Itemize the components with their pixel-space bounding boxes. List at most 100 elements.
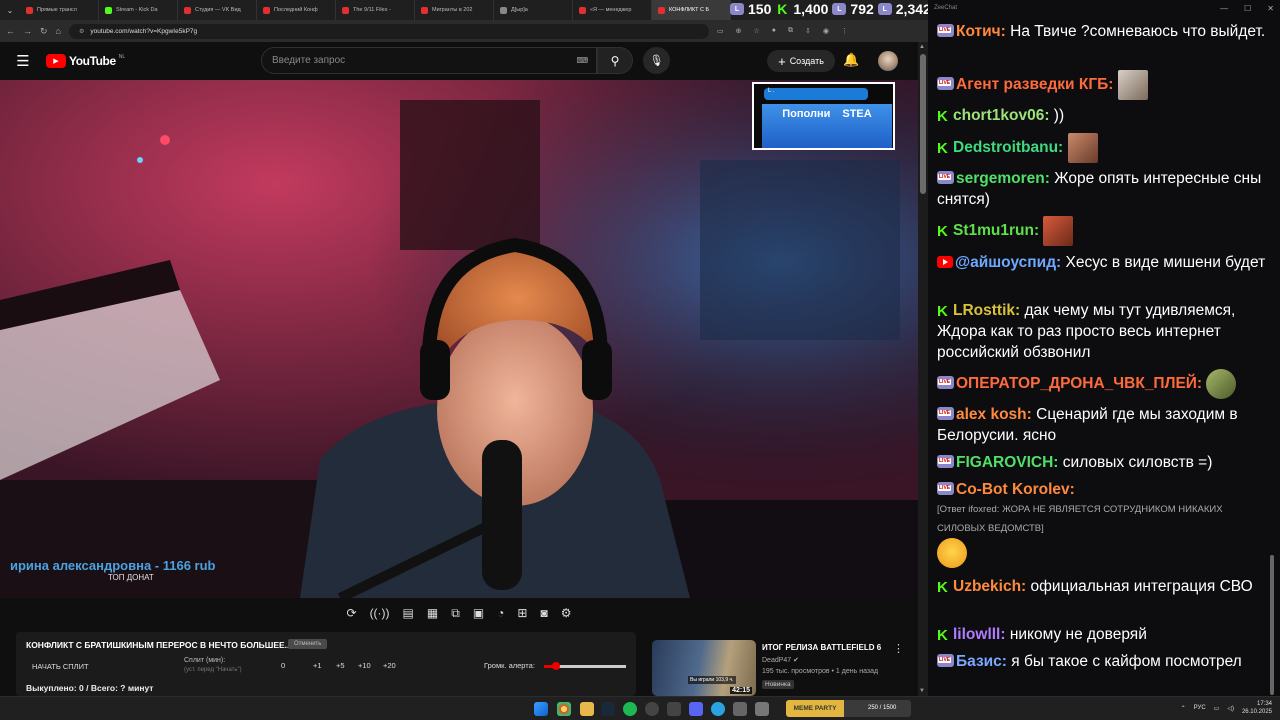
picture-in-picture-icon[interactable]: ⧉: [451, 606, 460, 621]
screenshot-icon[interactable]: ◙: [540, 606, 547, 620]
film-icon[interactable]: ▦: [427, 606, 438, 620]
chat-scrollbar[interactable]: [1270, 555, 1274, 695]
split-step-button[interactable]: +10: [358, 661, 371, 670]
start-split-button[interactable]: НАЧАТЬ СПЛИТ: [32, 662, 89, 671]
language-indicator[interactable]: РУС: [1194, 705, 1206, 711]
top-donat-label: ТОП ДОНАТ: [108, 573, 154, 582]
site-info-icon[interactable]: ⚙: [79, 28, 84, 35]
recommended-title[interactable]: ИТОГ РЕЛИЗА BATTLEFIELD 6: [762, 643, 881, 652]
extension-icon[interactable]: ●: [772, 27, 776, 35]
cancel-button[interactable]: Отменить: [288, 639, 328, 649]
volume-icon[interactable]: ◁): [1227, 705, 1234, 712]
kick-badge-icon: K: [937, 140, 948, 158]
steam-icon[interactable]: [601, 702, 615, 716]
tray-chevron-icon[interactable]: ⌃: [1181, 705, 1186, 712]
split-step-button[interactable]: +20: [383, 661, 396, 670]
audio-icon[interactable]: ((·)): [370, 606, 390, 620]
create-button[interactable]: + Создать: [767, 50, 835, 72]
minimize-icon[interactable]: —: [1220, 4, 1228, 13]
recommended-thumbnail[interactable]: Вы играли 103,9 ч. 42:15: [652, 640, 756, 696]
cast-icon[interactable]: ▭: [717, 27, 724, 35]
app-icon[interactable]: [667, 702, 681, 716]
create-label: Создать: [789, 56, 824, 66]
clock[interactable]: 17:34 26.10.2025: [1242, 700, 1272, 716]
zoom-icon[interactable]: ⊕: [736, 27, 742, 35]
emote-icon: [1206, 369, 1237, 399]
kick-badge-icon: K: [937, 627, 948, 644]
alert-volume-slider[interactable]: [544, 662, 626, 670]
browser-tab[interactable]: Д[ыр]а: [494, 0, 573, 20]
discord-icon[interactable]: [689, 702, 703, 716]
app-icon[interactable]: [755, 702, 769, 716]
close-icon[interactable]: ✕: [1267, 4, 1274, 13]
meme-party-logo: МЕМЕ PARTY: [786, 700, 844, 717]
youtube-logo[interactable]: ▶ YouTube NL: [46, 54, 125, 68]
speed-icon[interactable]: ◔: [497, 606, 504, 620]
chat-text: Хесус в виде мишени будет: [1065, 254, 1266, 271]
maximize-icon[interactable]: ☐: [1244, 4, 1251, 13]
tab-favicon-icon: [658, 6, 665, 14]
profile-icon[interactable]: ◉: [823, 27, 829, 35]
browser-tab[interactable]: Мигранты в 202: [415, 0, 494, 20]
spotify-icon[interactable]: [623, 702, 637, 716]
recommended-channel[interactable]: DeadP47 ✔: [762, 656, 799, 664]
chat-text: силовых силовств =): [1062, 454, 1213, 471]
browser-tab[interactable]: Студия — VK Вид: [178, 0, 257, 20]
extensions-puzzle-icon[interactable]: ⧉: [788, 27, 793, 35]
settings-gear-icon[interactable]: ⚙: [561, 606, 572, 620]
split-step-button[interactable]: +1: [313, 661, 322, 670]
scroll-down-icon[interactable]: ▼: [919, 688, 925, 694]
browser-tab[interactable]: Stream - Kick Da: [99, 0, 178, 20]
live-badge-icon: [937, 171, 954, 184]
chrome-icon[interactable]: [557, 702, 571, 716]
slider-knob[interactable]: [552, 662, 561, 670]
recommended-views: 195 тыс. просмотров • 1 день назад: [762, 668, 879, 675]
video-player[interactable]: L . Пополни STEA ирина александровна - 11…: [0, 80, 918, 598]
red-light: [160, 135, 170, 145]
scroll-thumb[interactable]: [920, 54, 926, 194]
forward-icon[interactable]: →: [23, 26, 32, 36]
emote-icon: [1067, 133, 1098, 163]
telegram-icon[interactable]: [711, 702, 725, 716]
browser-tab[interactable]: «Я — менеджер: [573, 0, 652, 20]
downloads-icon[interactable]: ⇩: [805, 27, 811, 35]
browser-tab[interactable]: Прямые трансл: [20, 0, 99, 20]
keyboard-icon[interactable]: ⌨: [576, 56, 588, 65]
address-bar[interactable]: ⚙ youtube.com/watch?v=KpgwIe5kP7g: [68, 23, 709, 39]
live-badge-icon: [937, 482, 954, 495]
add-icon[interactable]: ⊞: [517, 606, 527, 620]
file-explorer-icon[interactable]: [580, 702, 594, 716]
browser-tab[interactable]: Последний Конф: [257, 0, 336, 20]
meme-party-widget[interactable]: МЕМЕ PARTY 250 / 1500: [786, 700, 911, 717]
ad-word: Пополни: [782, 108, 831, 120]
split-step-button[interactable]: +5: [336, 661, 345, 670]
search-input[interactable]: Введите запрос ⌨: [261, 47, 597, 74]
playlist-icon[interactable]: ▤: [403, 606, 414, 620]
back-icon[interactable]: ←: [6, 26, 15, 36]
hamburger-menu-icon[interactable]: ☰: [0, 52, 46, 70]
repeat-icon[interactable]: ⟳: [347, 606, 357, 620]
page-scrollbar[interactable]: ▲ ▼: [918, 42, 928, 696]
video-frame: [0, 80, 918, 598]
notifications-bell-icon[interactable]: 🔔: [843, 52, 859, 68]
home-icon[interactable]: ⌂: [56, 26, 61, 36]
browser-tab-active[interactable]: КОНФЛИКТ С Б: [652, 0, 731, 20]
reload-icon[interactable]: ↻: [40, 26, 48, 37]
obs-icon[interactable]: [645, 702, 659, 716]
account-avatar[interactable]: [878, 51, 898, 71]
browser-tab[interactable]: The 9/11 Files -: [336, 0, 415, 20]
search-button[interactable]: ⚲: [597, 47, 633, 74]
scroll-up-icon[interactable]: ▲: [919, 44, 925, 50]
network-icon[interactable]: ▭: [1214, 705, 1220, 712]
more-options-icon[interactable]: ⋮: [893, 642, 904, 655]
app-icon[interactable]: [733, 702, 747, 716]
emote-icon: [1117, 70, 1148, 100]
start-windows-icon[interactable]: [534, 702, 548, 716]
voice-search-button[interactable]: 🎙: [643, 47, 670, 74]
bookmark-star-icon[interactable]: ☆: [753, 27, 759, 35]
clip-icon[interactable]: ▣: [473, 606, 484, 620]
taskbar: МЕМЕ PARTY 250 / 1500 ⌃ РУС ▭ ◁) 17:34 26…: [0, 696, 1280, 720]
region-code: NL: [118, 53, 126, 60]
tab-search-icon[interactable]: ⌄: [0, 0, 20, 20]
menu-dots-icon[interactable]: ⋮: [841, 27, 848, 35]
